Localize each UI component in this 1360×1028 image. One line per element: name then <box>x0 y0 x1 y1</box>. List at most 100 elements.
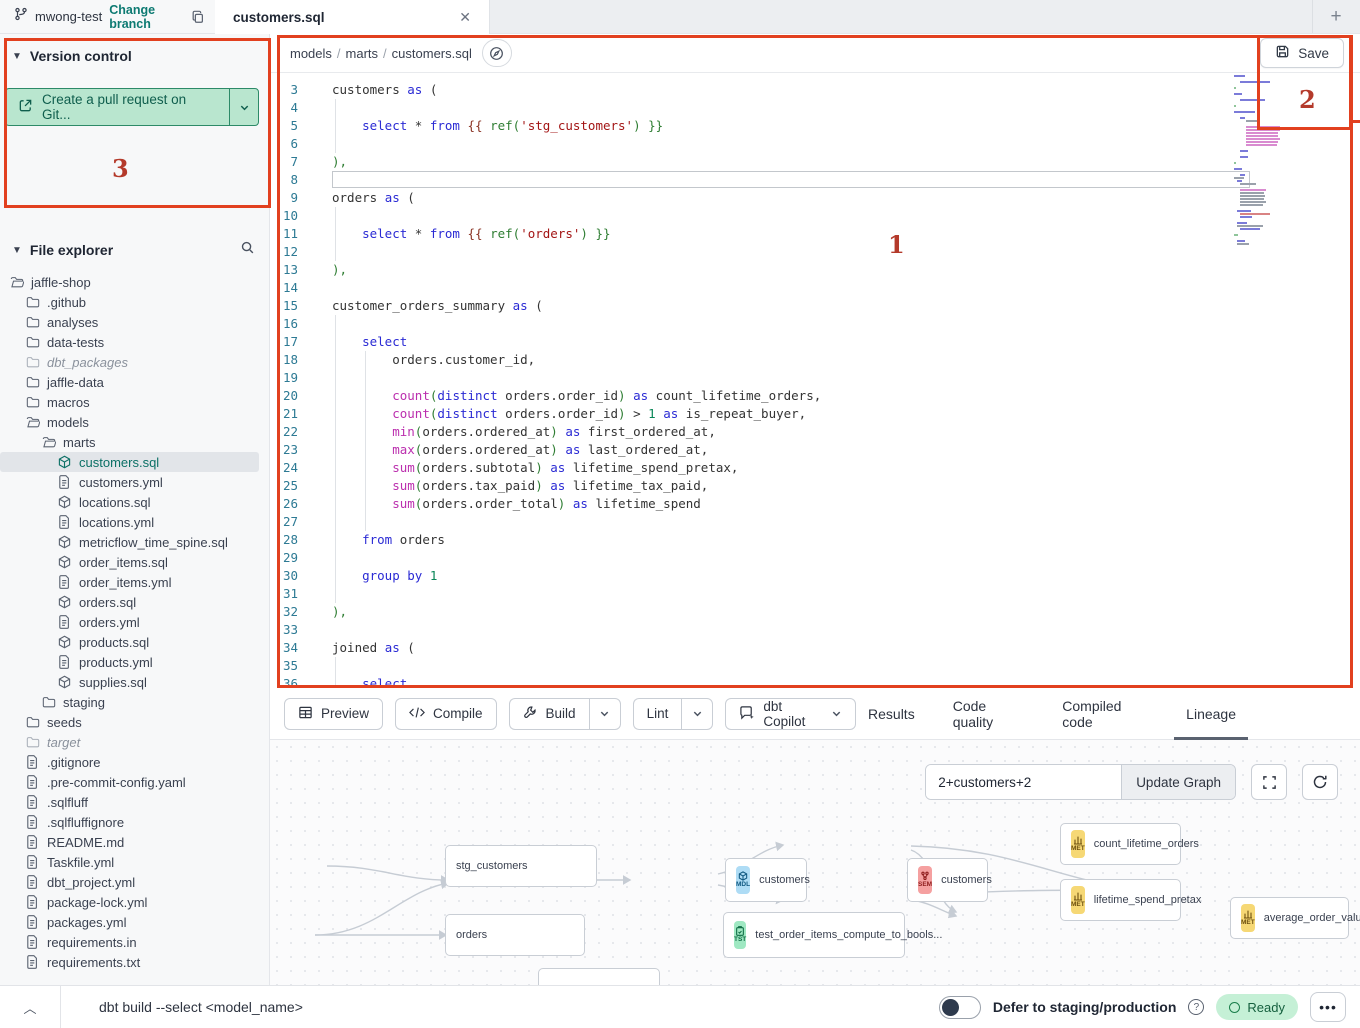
lineage-node-customers[interactable]: MDLcustomers <box>725 858 807 902</box>
tab-lineage[interactable]: Lineage <box>1186 688 1236 740</box>
code-line-11[interactable]: 11 select * from {{ ref('orders') }} <box>270 225 1360 243</box>
file-tree-item-packages-yml[interactable]: packages.yml <box>0 912 269 932</box>
code-line-4[interactable]: 4 <box>270 99 1360 117</box>
create-pull-request-button[interactable]: Create a pull request on Git... <box>5 88 229 126</box>
code-line-15[interactable]: 15customer_orders_summary as ( <box>270 297 1360 315</box>
file-tree-item-macros[interactable]: macros <box>0 392 269 412</box>
save-button[interactable]: Save <box>1260 38 1344 68</box>
code-line-23[interactable]: 23 max(orders.ordered_at) as last_ordere… <box>270 441 1360 459</box>
file-tree-item-data-tests[interactable]: data-tests <box>0 332 269 352</box>
file-tree-item-order-items-yml[interactable]: order_items.yml <box>0 572 269 592</box>
breadcrumb-marts[interactable]: marts <box>346 46 379 61</box>
file-tree-item-locations-sql[interactable]: locations.sql <box>0 492 269 512</box>
ready-status-badge[interactable]: Ready <box>1216 994 1298 1020</box>
copy-icon[interactable] <box>191 10 205 24</box>
code-line-13[interactable]: 13), <box>270 261 1360 279</box>
file-tree-item-seeds[interactable]: seeds <box>0 712 269 732</box>
version-control-header[interactable]: ▼ Version control <box>0 34 269 70</box>
code-line-3[interactable]: 3customers as ( <box>270 81 1360 99</box>
file-tree-item-locations-yml[interactable]: locations.yml <box>0 512 269 532</box>
dbt-copilot-button[interactable]: dbt Copilot <box>725 698 856 730</box>
code-editor[interactable]: 3customers as (45 select * from {{ ref('… <box>270 73 1360 688</box>
lineage-node-test-order-items-compute-to-bools-[interactable]: TSTtest_order_items_compute_to_bools... <box>723 912 905 958</box>
code-line-17[interactable]: 17 select <box>270 333 1360 351</box>
file-tree-item-models[interactable]: models <box>0 412 269 432</box>
code-line-22[interactable]: 22 min(orders.ordered_at) as first_order… <box>270 423 1360 441</box>
defer-toggle[interactable] <box>939 996 981 1019</box>
file-tree-item-staging[interactable]: staging <box>0 692 269 712</box>
minimap[interactable] <box>1232 75 1314 220</box>
lineage-selector-input[interactable] <box>926 765 1121 799</box>
code-line-9[interactable]: 9orders as ( <box>270 189 1360 207</box>
code-line-5[interactable]: 5 select * from {{ ref('stg_customers') … <box>270 117 1360 135</box>
file-tree-item-package-lock-yml[interactable]: package-lock.yml <box>0 892 269 912</box>
file-tree-item--sqlfluff[interactable]: .sqlfluff <box>0 792 269 812</box>
file-tree-item-taskfile-yml[interactable]: Taskfile.yml <box>0 852 269 872</box>
file-tree-item-marts[interactable]: marts <box>0 432 269 452</box>
file-tree-item-dbt-packages[interactable]: dbt_packages <box>0 352 269 372</box>
code-line-31[interactable]: 31 <box>270 585 1360 603</box>
lint-dropdown-button[interactable] <box>681 698 713 730</box>
file-tree-item-requirements-txt[interactable]: requirements.txt <box>0 952 269 972</box>
file-tree-item-order-items-sql[interactable]: order_items.sql <box>0 552 269 572</box>
file-tree-item-target[interactable]: target <box>0 732 269 752</box>
file-tree-item--sqlfluffignore[interactable]: .sqlfluffignore <box>0 812 269 832</box>
code-line-33[interactable]: 33 <box>270 621 1360 639</box>
code-line-36[interactable]: 36 select <box>270 675 1360 688</box>
lineage-node-count-lifetime-orders[interactable]: METcount_lifetime_orders <box>1060 823 1181 865</box>
navigate-compass-icon[interactable] <box>482 39 512 67</box>
code-line-35[interactable]: 35 <box>270 657 1360 675</box>
file-tree-item-analyses[interactable]: analyses <box>0 312 269 332</box>
build-button[interactable]: Build <box>509 698 589 730</box>
command-caret-icon[interactable]: ︿ <box>0 998 60 1017</box>
code-line-30[interactable]: 30 group by 1 <box>270 567 1360 585</box>
change-branch-link[interactable]: Change branch <box>109 3 184 31</box>
code-line-34[interactable]: 34joined as ( <box>270 639 1360 657</box>
file-tree-item-metricflow-time-spine-sql[interactable]: metricflow_time_spine.sql <box>0 532 269 552</box>
update-graph-button[interactable]: Update Graph <box>1121 765 1235 799</box>
lineage-node-stg-customers[interactable]: stg_customers <box>445 845 597 887</box>
code-line-16[interactable]: 16 <box>270 315 1360 333</box>
file-explorer-header[interactable]: ▼ File explorer <box>0 226 269 266</box>
code-line-14[interactable]: 14 <box>270 279 1360 297</box>
file-tree-item-products-yml[interactable]: products.yml <box>0 652 269 672</box>
command-input[interactable]: dbt build --select <model_name> <box>99 999 303 1015</box>
tab-results[interactable]: Results <box>868 688 915 740</box>
editor-tab-customers-sql[interactable]: customers.sql ✕ <box>215 0 490 34</box>
file-tree-item-products-sql[interactable]: products.sql <box>0 632 269 652</box>
code-line-7[interactable]: 7), <box>270 153 1360 171</box>
file-tree-item--pre-commit-config-yaml[interactable]: .pre-commit-config.yaml <box>0 772 269 792</box>
code-line-6[interactable]: 6 <box>270 135 1360 153</box>
more-options-button[interactable]: ••• <box>1310 992 1346 1022</box>
tab-compiled-code[interactable]: Compiled code <box>1062 688 1148 740</box>
refresh-button[interactable] <box>1302 764 1338 800</box>
code-line-20[interactable]: 20 count(distinct orders.order_id) as co… <box>270 387 1360 405</box>
file-tree-item-supplies-sql[interactable]: supplies.sql <box>0 672 269 692</box>
lineage-node-lifetime-spend-pretax[interactable]: METlifetime_spend_pretax <box>1060 879 1181 921</box>
code-line-25[interactable]: 25 sum(orders.tax_paid) as lifetime_tax_… <box>270 477 1360 495</box>
code-line-26[interactable]: 26 sum(orders.order_total) as lifetime_s… <box>270 495 1360 513</box>
code-line-29[interactable]: 29 <box>270 549 1360 567</box>
create-pr-dropdown-button[interactable] <box>229 88 259 126</box>
breadcrumb-models[interactable]: models <box>290 46 332 61</box>
code-line-21[interactable]: 21 count(distinct orders.order_id) > 1 a… <box>270 405 1360 423</box>
file-tree-item-dbt-project-yml[interactable]: dbt_project.yml <box>0 872 269 892</box>
code-line-28[interactable]: 28 from orders <box>270 531 1360 549</box>
file-tree-item--github[interactable]: .github <box>0 292 269 312</box>
new-tab-button[interactable]: + <box>1324 5 1348 29</box>
search-icon[interactable] <box>240 240 255 260</box>
lineage-node-customers[interactable]: SEMcustomers <box>907 858 988 902</box>
file-tree-item-orders-sql[interactable]: orders.sql <box>0 592 269 612</box>
code-line-10[interactable]: 10 <box>270 207 1360 225</box>
file-tree-item-jaffle-data[interactable]: jaffle-data <box>0 372 269 392</box>
lineage-node-orders[interactable]: orders <box>445 914 585 956</box>
file-tree-item-customers-yml[interactable]: customers.yml <box>0 472 269 492</box>
compile-button[interactable]: Compile <box>395 698 497 730</box>
file-tree-item-jaffle-shop[interactable]: jaffle-shop <box>0 272 269 292</box>
help-icon[interactable]: ? <box>1188 999 1204 1015</box>
code-line-18[interactable]: 18 orders.customer_id, <box>270 351 1360 369</box>
build-dropdown-button[interactable] <box>589 698 621 730</box>
close-tab-icon[interactable]: ✕ <box>455 7 475 28</box>
code-line-27[interactable]: 27 <box>270 513 1360 531</box>
file-tree-item--gitignore[interactable]: .gitignore <box>0 752 269 772</box>
